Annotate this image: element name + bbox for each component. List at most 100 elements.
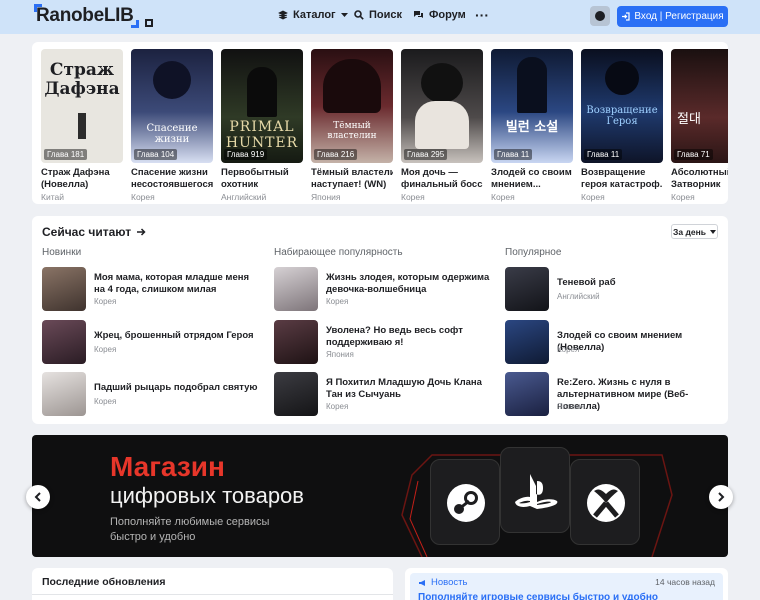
cover-figure <box>517 57 547 113</box>
book-title: Спасение жизни несостоявшегося... <box>131 167 213 190</box>
item-thumbnail <box>274 372 318 416</box>
more-dots-icon: ··· <box>475 7 489 23</box>
book-cover: 빌런 소설 Глава 11 <box>491 49 573 163</box>
promo-banner[interactable]: Магазин цифровых товаров Пополняйте люби… <box>32 435 728 557</box>
column-heading-popular: Популярное <box>505 247 562 258</box>
moon-icon <box>595 11 605 21</box>
playstation-tile <box>500 447 570 533</box>
news-panel: Новость 14 часов назад Пополняйте игровы… <box>405 568 728 600</box>
item-title: Уволена? Но ведь весь софт поддерживаю я… <box>326 325 463 348</box>
arrow-right-icon <box>137 228 146 236</box>
item-country: Корея <box>94 297 117 306</box>
logo-text: RanobeLIB <box>36 5 134 26</box>
list-item[interactable]: Злодей со своим мнением (Новелла) Корея <box>505 320 725 364</box>
book-cover: Спасение жизни Глава 104 <box>131 49 213 163</box>
book-title: Моя дочь — финальный босс <box>401 167 483 190</box>
book-title: Тёмный властелин наступает! (WN) <box>311 167 393 190</box>
cover-title: PRIMAL HUNTER <box>225 119 299 151</box>
book-country: Китай <box>41 192 64 202</box>
book-title: Страж Дафэна (Новелла) <box>41 167 110 190</box>
book-country: Корея <box>671 192 695 202</box>
item-thumbnail <box>42 372 86 416</box>
cover-figure <box>153 61 191 99</box>
chapter-badge: Глава 71 <box>674 149 713 160</box>
cover-figure <box>247 67 277 117</box>
login-icon <box>622 12 630 21</box>
nav-catalog[interactable]: Каталог <box>278 9 348 21</box>
cover-title: Возвращение Героя <box>586 105 658 127</box>
cover-figure <box>323 59 381 113</box>
item-country: Корея <box>94 397 117 406</box>
list-item[interactable]: Жизнь злодея, которым одержима девочка-в… <box>274 267 494 311</box>
banner-next-button[interactable] <box>709 485 733 509</box>
period-select[interactable]: За день <box>671 224 718 239</box>
book-cover: Страж Дафэна Глава 181 <box>41 49 123 163</box>
book-cover: Глава 295 <box>401 49 483 163</box>
column-heading-new: Новинки <box>42 247 82 258</box>
book-title: Первобытный охотник <box>221 167 289 190</box>
list-item[interactable]: Моя мама, которая младше меня на 4 года,… <box>42 267 262 311</box>
list-item[interactable]: Жрец, брошенный отрядом Героя Корея <box>42 320 262 364</box>
book-card[interactable]: Тёмный властелин Глава 216 Тёмный власте… <box>311 49 393 202</box>
item-thumbnail <box>505 320 549 364</box>
login-label: Вход | Регистрация <box>634 11 724 22</box>
item-title: Злодей со своим мнением (Новелла) <box>557 330 683 353</box>
book-card[interactable]: Глава 295 Моя дочь — финальный босс Корея <box>401 49 483 202</box>
book-cover: 절대 Глава 71 <box>671 49 728 163</box>
news-tag: Новость <box>418 577 467 588</box>
more-menu-button[interactable]: ··· <box>475 7 489 23</box>
now-reading-title[interactable]: Сейчас читают <box>42 225 146 239</box>
chapter-badge: Глава 11 <box>494 149 533 160</box>
news-headline[interactable]: Пополняйте игровые сервисы быстро и удоб… <box>418 592 658 600</box>
stack-icon <box>278 10 288 20</box>
steam-icon <box>447 484 485 522</box>
item-thumbnail <box>505 267 549 311</box>
book-card[interactable]: Возвращение Героя Глава 11 Возвращение ге… <box>581 49 663 202</box>
news-time: 14 часов назад <box>655 577 715 587</box>
logo-bracket-left <box>34 4 42 12</box>
search-icon <box>354 10 364 20</box>
cover-title: 절대 <box>677 112 701 127</box>
chapter-badge: Глава 181 <box>44 149 88 160</box>
book-card[interactable]: 빌런 소설 Глава 11 Злодей со своим мнением...… <box>491 49 573 202</box>
playstation-icon <box>515 474 558 509</box>
news-card[interactable]: Новость 14 часов назад Пополняйте игровы… <box>410 573 723 600</box>
divider <box>32 594 393 595</box>
book-cover: Возвращение Героя Глава 11 <box>581 49 663 163</box>
nav-forum[interactable]: Форум <box>413 9 466 21</box>
book-card[interactable]: PRIMAL HUNTER Глава 919 Первобытный охотн… <box>221 49 303 202</box>
logo-bracket-right <box>130 20 139 28</box>
book-title: Абсолютный Затворник <box>671 167 728 190</box>
list-item[interactable]: Re:Zero. Жизнь с нуля в альтернативном м… <box>505 372 725 416</box>
item-thumbnail <box>274 267 318 311</box>
book-title: Возвращение героя катастроф... <box>581 167 663 190</box>
cover-title: 빌런 소설 <box>505 120 559 135</box>
book-card[interactable]: 절대 Глава 71 Абсолютный Затворник Корея <box>671 49 728 202</box>
book-card[interactable]: Страж Дафэна Глава 181 Страж Дафэна (Нове… <box>41 49 123 202</box>
login-button[interactable]: Вход | Регистрация <box>617 6 728 27</box>
book-country: Корея <box>401 192 425 202</box>
item-title: Жизнь злодея, которым одержима девочка-в… <box>326 272 490 295</box>
list-item[interactable]: Уволена? Но ведь весь софт поддерживаю я… <box>274 320 494 364</box>
item-title: Теневой раб <box>557 277 616 288</box>
banner-prev-button[interactable] <box>26 485 50 509</box>
steam-tile <box>430 459 500 545</box>
chat-icon <box>414 11 423 18</box>
cover-figure <box>415 101 469 149</box>
list-item[interactable]: Падший рыцарь подобрал святую Корея <box>42 372 262 416</box>
item-title: Жрец, брошенный отрядом Героя <box>94 330 254 341</box>
latest-updates-title: Последние обновления <box>42 576 166 588</box>
chapter-badge: Глава 104 <box>134 149 178 160</box>
item-title: Падший рыцарь подобрал святую <box>94 382 258 393</box>
now-reading-title-text: Сейчас читают <box>42 225 132 239</box>
nav-forum-label: Форум <box>429 9 466 21</box>
book-card[interactable]: Спасение жизни Глава 104 Спасение жизни н… <box>131 49 213 202</box>
nav-search[interactable]: Поиск <box>354 9 402 21</box>
news-tag-label: Новость <box>431 577 468 588</box>
theme-toggle-button[interactable] <box>590 6 610 26</box>
list-item[interactable]: Я Похитил Младшую Дочь Клана Тан из Сычу… <box>274 372 494 416</box>
list-item[interactable]: Теневой раб Английский <box>505 267 725 311</box>
chevron-down-icon <box>340 12 348 17</box>
site-logo[interactable]: RanobeLIB <box>34 4 139 28</box>
item-thumbnail <box>42 320 86 364</box>
